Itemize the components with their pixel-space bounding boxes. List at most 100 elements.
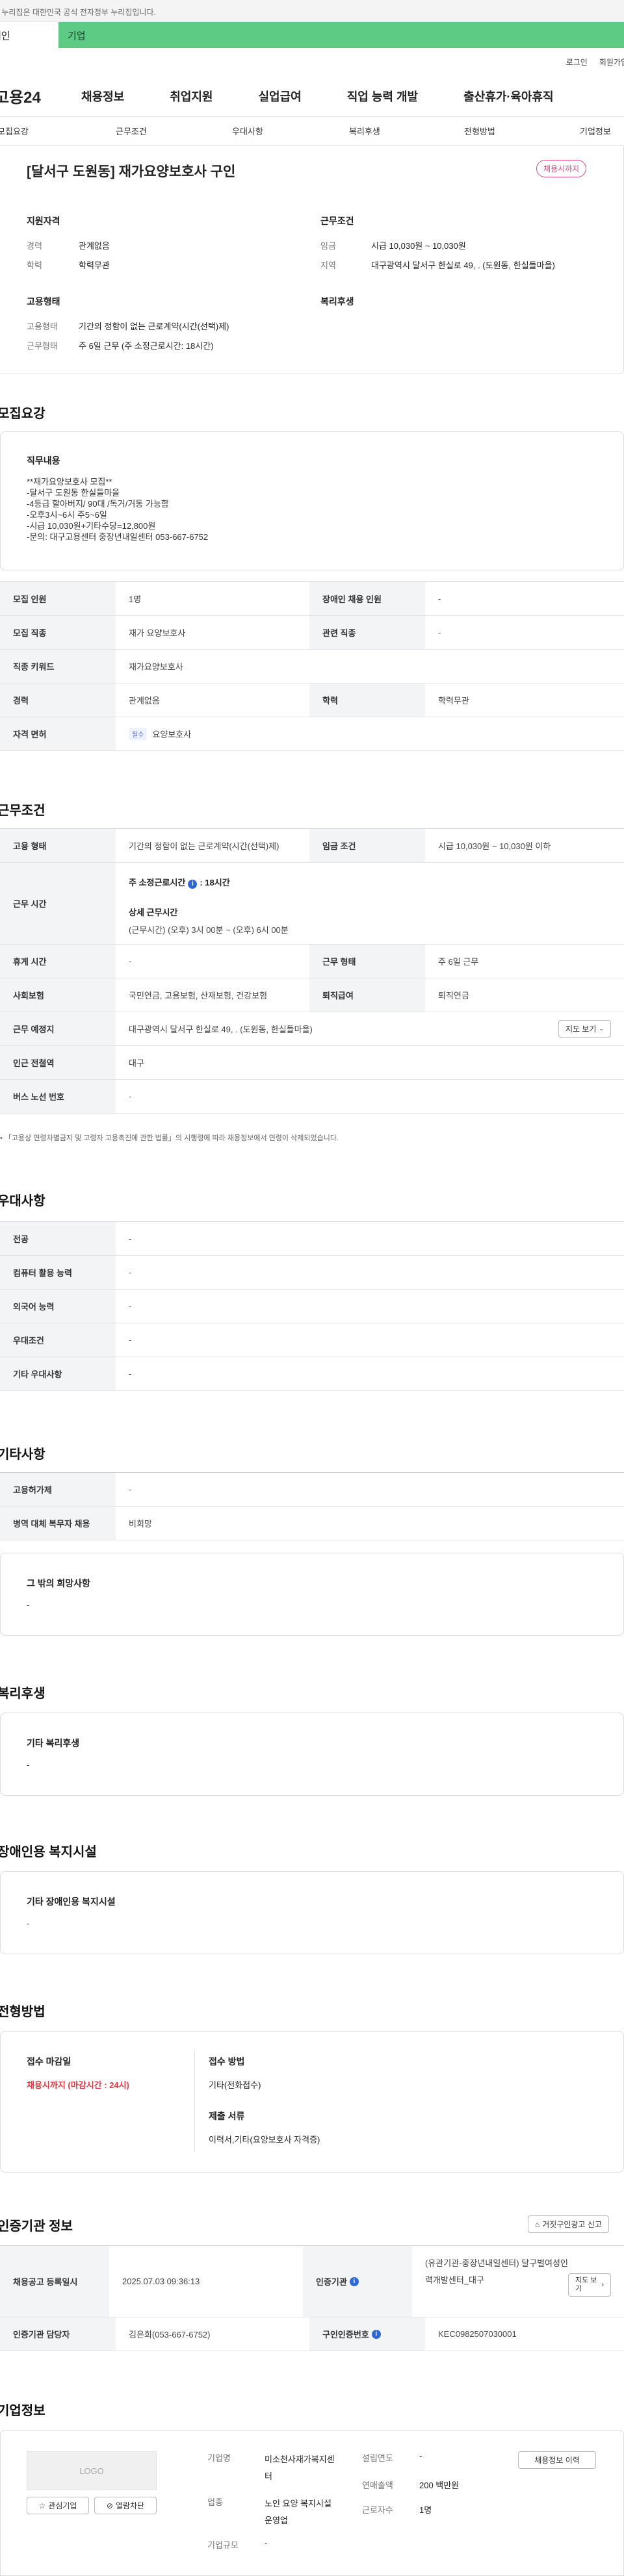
row-value: - [129,1485,132,1494]
recruit-table: 모집 인원 1명 장애인 채용 인원 - 모집 직종 재가 요양보호사 관련 직… [0,581,624,751]
util-links: 로그인 회원가입 [0,48,624,75]
tab-personal[interactable]: 개인 [0,22,58,48]
duty-box: 직무내용 **재가요양보호사 모집** -달서구 도원동 한실들마을 -4등급 … [0,431,624,570]
block-icon: ⊘ [106,2501,113,2510]
info-icon[interactable]: i [349,2276,359,2286]
cert-no-label-cell: 구인인증번호 i [309,2317,425,2351]
scale-label: 기업규모 [207,2540,239,2550]
row-label: 근무 형태 [309,945,425,978]
process-divider [194,2051,195,2152]
welfare-box-heading: 기타 복리후생 [27,1738,80,1748]
hours-main-label: 주 소정근로시간 [129,878,186,887]
deadline-value: 채용시까지 (마감시간 : 24시) [27,2080,129,2090]
table-row: 직종 키워드 재가요양보호사 [0,650,624,683]
report-label: 거짓구인광고 신고 [542,2220,602,2229]
row-label: 인근 전철역 [0,1046,116,1079]
org-map-button[interactable]: 지도 보기 › [568,2273,611,2297]
row-label: 우대조건 [0,1323,116,1357]
year-value: - [419,2451,422,2461]
logo-placeholder: LOGO [79,2466,104,2476]
gnb-jobs[interactable]: 채용정보 [81,88,124,105]
job-title: [달서구 도원동] 재가요양보호사 구인 [27,164,236,179]
row-label: 컴퓨터 활용 능력 [0,1256,116,1289]
table-row: 전공 - [0,1222,624,1256]
tab-company-label: 기업 [68,30,86,42]
gnb-employment-support[interactable]: 취업지원 [170,88,213,105]
emp-type-value: 기간의 정함이 없는 근로계약(시간(선택)제) [79,322,229,331]
nav-welfare[interactable]: 복리후생 [349,125,380,137]
process-box: 접수 마감일 채용시까지 (마감시간 : 24시) 접수 방법 기타(전화접수)… [0,2031,624,2173]
nav-process[interactable]: 전형방법 [464,125,495,137]
login-link[interactable]: 로그인 [566,57,588,68]
section-nav: 모집요강 근무조건 우대사항 복리후생 전형방법 기업정보 [0,117,624,146]
staff-label: 근로자수 [362,2505,393,2515]
row-value: - [129,1091,132,1101]
row-label: 버스 노선 번호 [0,1080,116,1113]
edu-value: 학력무관 [79,261,110,270]
age-footnote: • 「고용상 연령차별금지 및 고령자 고용촉진에 관한 법률」의 시행령에 따… [0,1132,339,1143]
hours-detail-heading: 상세 근무시간 [129,908,178,917]
gnb-unemployment-benefit[interactable]: 실업급여 [259,88,302,105]
row-label: 학력 [309,683,425,717]
company-name-value: 미소천사재가복지센터 [265,2455,335,2481]
row-value: KEC0982507030001 [438,2329,517,2339]
duty-line: -달서구 도원동 한실들마을 [27,488,120,498]
nav-work[interactable]: 근무조건 [116,125,147,137]
row-value: - [129,1335,132,1345]
work-place-value: 대구광역시 달서구 한실로 49, . (도원동, 한실들마을) [129,1025,313,1034]
table-row: 근무 예정지 대구광역시 달서구 한실로 49, . (도원동, 한실들마을) … [0,1012,624,1046]
hours-main: 주 소정근로시간 i: 18시간 [129,876,230,889]
gnb-vocational-training[interactable]: 직업 능력 개발 [347,88,418,105]
info-icon[interactable]: i [188,880,198,889]
chevron-down-icon: ⌄ [599,1025,604,1032]
disabled-box-value: - [27,1919,30,1928]
info-icon[interactable]: i [371,2329,381,2339]
disabled-box-heading: 기타 장애인용 복지시설 [27,1896,116,1907]
nav-company[interactable]: 기업정보 [580,125,611,137]
map-button[interactable]: 지도 보기 ⌄ [558,1020,611,1038]
false-ad-report-button[interactable]: ⌂ 거짓구인광고 신고 [528,2215,609,2233]
row-label: 근무 예정지 [0,1012,116,1045]
other-wishes-heading: 그 밖의 희망사항 [27,1578,90,1588]
signup-link[interactable]: 회원가입 [599,57,624,68]
gov-notice-text: 이 누리집은 대한민국 공식 전자정부 누리집입니다. [0,8,156,17]
company-name-label: 기업명 [207,2453,231,2463]
license-value: 요양보호사 [152,730,192,739]
site-logo[interactable]: 고용24 [0,84,76,107]
row-value: - [129,1234,132,1243]
block-view-button[interactable]: ⊘ 열람차단 [94,2497,157,2514]
nav-recruit[interactable]: 모집요강 [0,125,29,137]
duty-text: **재가요양보호사 모집** -달서구 도원동 한실들마을 -4등급 할아버지/… [27,476,208,542]
job-history-button[interactable]: 채용정보 이력 [518,2451,596,2469]
sales-label: 연매출액 [362,2480,393,2490]
industry-value: 노인 요양 복지시설 운영업 [265,2499,332,2525]
gnb-parental-leave[interactable]: 출산휴가·육아휴직 [463,88,553,105]
row-label: 인증기관 담당자 [0,2317,116,2351]
nav-pref[interactable]: 우대사항 [232,125,263,137]
favorite-company-button[interactable]: ☆ 관심기업 [27,2497,89,2514]
duty-heading: 직무내용 [27,455,60,466]
row-value: 대구광역시 달서구 한실로 49, . (도원동, 한실들마을) 지도 보기 ⌄ [116,1012,624,1045]
docs-heading: 제출 서류 [209,2111,245,2121]
recruit-section-title: 모집요강 [0,407,46,421]
table-row: 모집 인원 1명 장애인 채용 인원 - [0,582,624,616]
row-value: 퇴직연금 [438,991,469,1001]
row-value: 관계없음 [129,696,160,706]
org-value: (유관기관-중장년내일센터) 달구벌여성인력개발센터_대구 [425,2258,568,2285]
welfare-box-value: - [27,1760,30,1770]
org-map-label: 지도 보기 [575,2276,597,2293]
emp-type-label: 고용형태 [27,322,58,331]
welfare-section-title: 복리후생 [0,1687,46,1701]
process-section-title: 전형방법 [0,2005,46,2019]
global-nav: 고용24 채용정보 취업지원 실업급여 직업 능력 개발 출산휴가·육아휴직 [0,75,624,117]
org-label-cell: 인증기관 i [303,2246,412,2317]
company-box: LOGO ☆ 관심기업 ⊘ 열람차단 기업명 미소천사재가복지센터 업종 노인 요양… [0,2430,624,2576]
row-label: 관련 직종 [309,616,425,649]
hours-main-value: : 18시간 [200,878,230,887]
table-row: 경력 관계없음 학력 학력무관 [0,683,624,717]
row-value: - [129,1369,132,1379]
duty-line: **재가요양보호사 모집** [27,477,112,487]
career-value: 관계없음 [79,241,110,251]
tab-company[interactable]: 기업 [58,22,624,48]
row-value: 국민연금, 고용보험, 산재보험, 건강보험 [129,991,268,1001]
